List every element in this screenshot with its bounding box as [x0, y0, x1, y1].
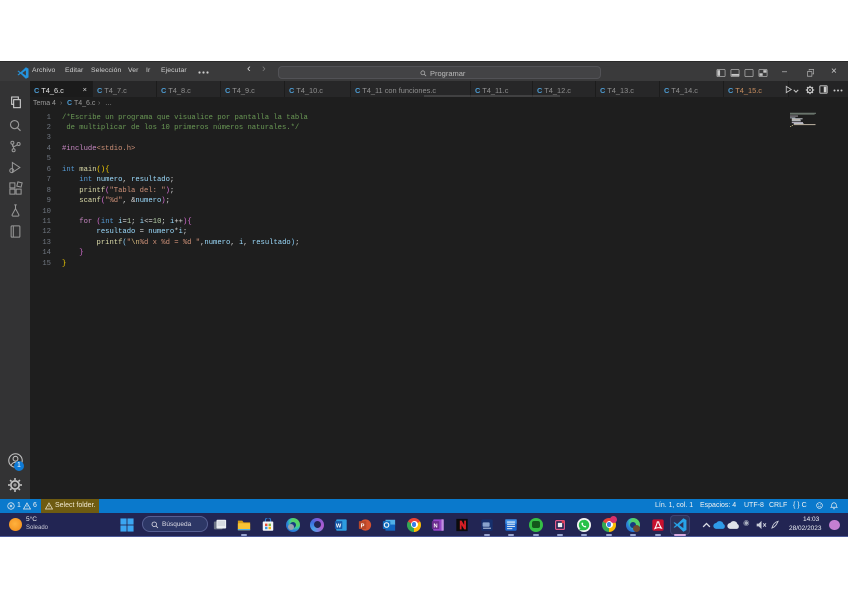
svg-text:W: W — [336, 523, 342, 529]
svg-text:N: N — [433, 523, 437, 529]
svg-text:P: P — [361, 523, 365, 529]
